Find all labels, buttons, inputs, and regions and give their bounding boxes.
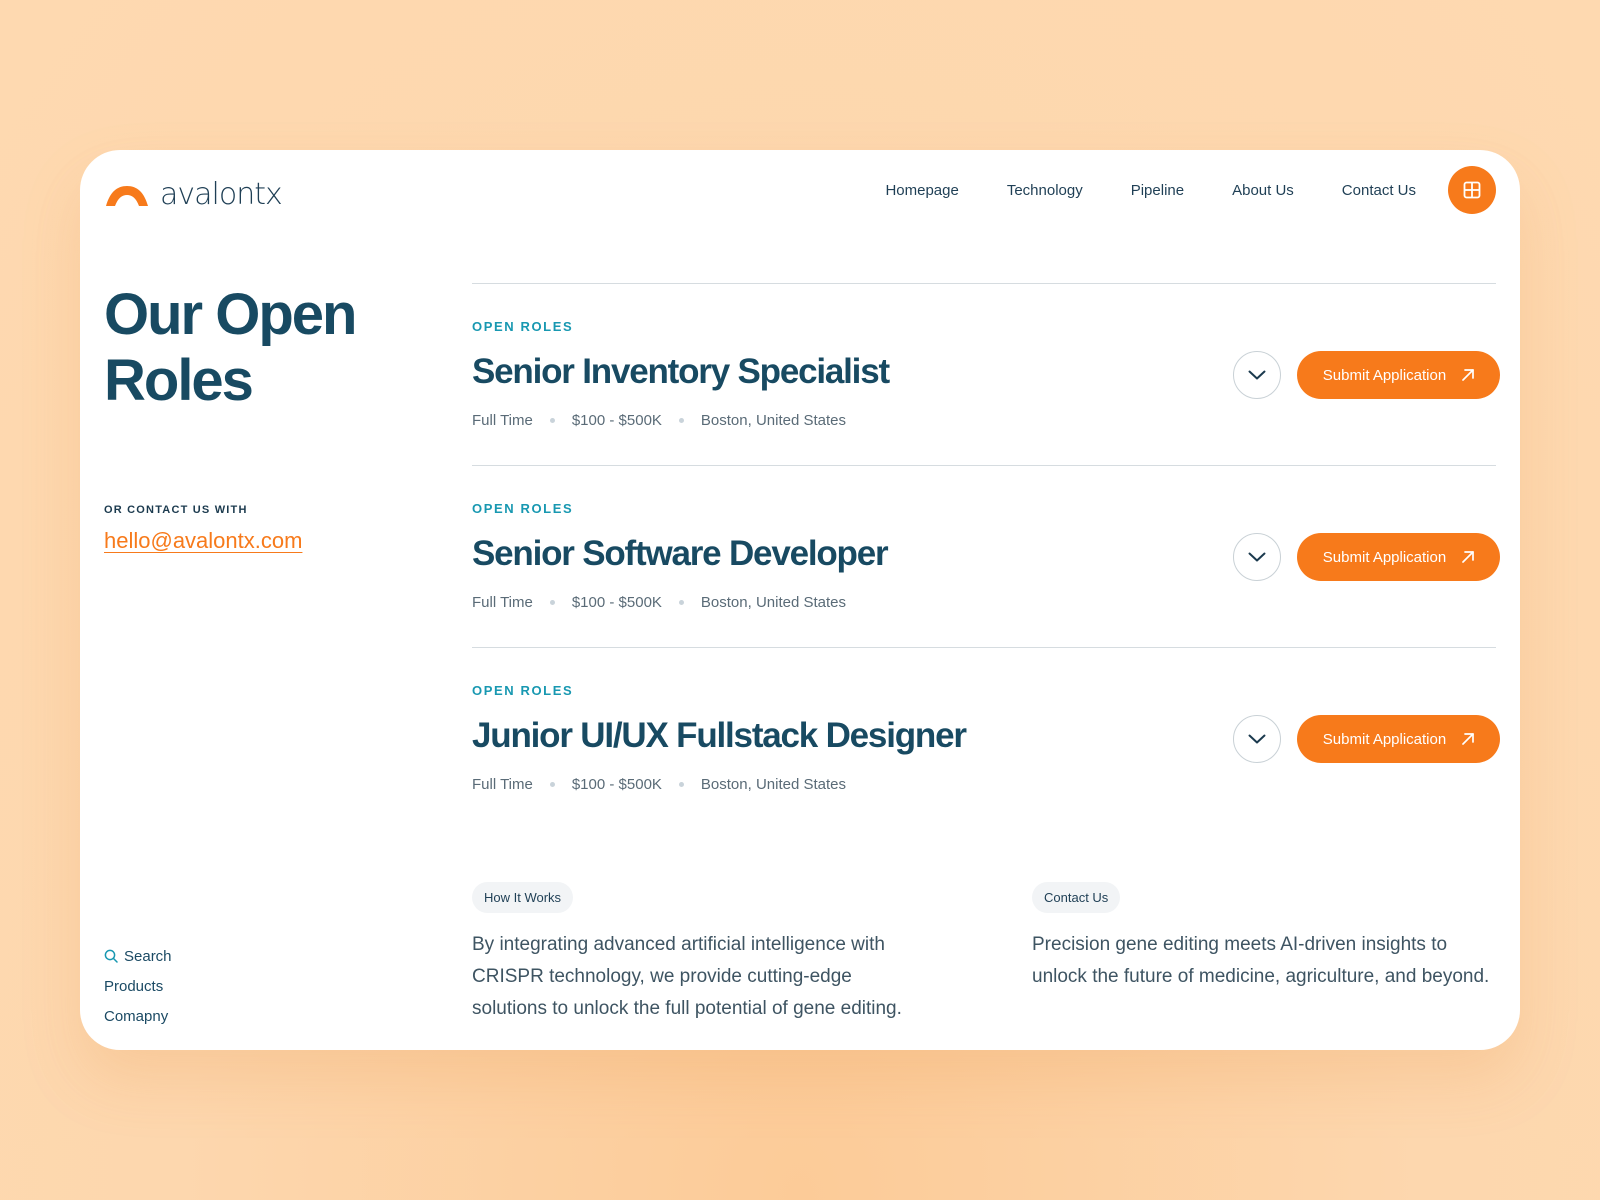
logo-mark-icon [106, 185, 148, 206]
search-icon [104, 949, 118, 963]
role-salary: $100 - $500K [571, 412, 662, 429]
chevron-down-icon [1248, 370, 1266, 380]
submit-label: Submit Application [1322, 548, 1447, 566]
top-nav: Homepage Technology Pipeline About Us Co… [885, 166, 1496, 214]
roles-list: OPEN ROLES Senior Inventory Specialist F… [472, 283, 1500, 829]
role-meta: Full Time $100 - $500K Boston, United St… [472, 412, 846, 429]
contact-text: Precision gene editing meets AI-driven i… [1032, 934, 1490, 987]
role-meta: Full Time $100 - $500K Boston, United St… [472, 594, 846, 611]
chevron-down-icon [1248, 552, 1266, 562]
role-title[interactable]: Junior UI/UX Fullstack Designer [472, 716, 967, 756]
role-item: OPEN ROLES Junior UI/UX Fullstack Design… [472, 647, 1500, 829]
page-title: Our Open Roles [104, 282, 357, 413]
role-title[interactable]: Senior Inventory Specialist [472, 352, 890, 392]
contact-label: OR CONTACT US WITH [104, 504, 248, 516]
submit-label: Submit Application [1322, 366, 1447, 384]
role-item: OPEN ROLES Senior Inventory Specialist F… [472, 283, 1500, 465]
arrow-up-right-icon [1462, 369, 1475, 381]
nav-contact-us[interactable]: Contact Us [1342, 182, 1416, 199]
footer-link-company[interactable]: Comapny [104, 1005, 172, 1027]
footer-links: Search Products Comapny [104, 945, 172, 1027]
expand-button[interactable] [1233, 533, 1281, 581]
footer-link-label: Search [124, 947, 172, 965]
grid-icon [1463, 181, 1481, 199]
role-type: Full Time [472, 412, 533, 429]
separator-dot [678, 600, 684, 605]
nav-about-us[interactable]: About Us [1232, 182, 1294, 199]
role-kicker: OPEN ROLES [472, 683, 574, 698]
role-type: Full Time [472, 776, 533, 793]
role-location: Boston, United States [700, 776, 847, 793]
contact-section: Contact Us Precision gene editing meets … [1032, 882, 1492, 993]
submit-application-button[interactable]: Submit Application [1297, 533, 1500, 581]
role-salary: $100 - $500K [571, 594, 662, 611]
role-kicker: OPEN ROLES [472, 319, 574, 334]
nav-pipeline[interactable]: Pipeline [1131, 182, 1184, 199]
expand-button[interactable] [1233, 715, 1281, 763]
separator-dot [549, 600, 555, 605]
brand-name: avalontx [160, 177, 283, 212]
nav-technology[interactable]: Technology [1007, 182, 1083, 199]
role-kicker: OPEN ROLES [472, 501, 574, 516]
expand-button[interactable] [1233, 351, 1281, 399]
role-salary: $100 - $500K [571, 776, 662, 793]
role-title[interactable]: Senior Software Developer [472, 534, 889, 574]
separator-dot [549, 782, 555, 787]
how-it-works-section: How It Works By integrating advanced art… [472, 882, 932, 1025]
arrow-up-right-icon [1462, 733, 1475, 745]
main-card: avalontx Homepage Technology Pipeline Ab… [80, 150, 1520, 1050]
submit-label: Submit Application [1322, 730, 1447, 748]
separator-dot [678, 782, 684, 787]
role-location: Boston, United States [700, 594, 847, 611]
how-it-works-text: By integrating advanced artificial intel… [472, 934, 902, 1019]
role-item: OPEN ROLES Senior Software Developer Ful… [472, 465, 1500, 647]
role-location: Boston, United States [700, 412, 847, 429]
chevron-down-icon [1248, 734, 1266, 744]
footer-link-search[interactable]: Search [104, 945, 172, 967]
logo[interactable]: avalontx [104, 177, 283, 212]
role-type: Full Time [472, 594, 533, 611]
menu-button[interactable] [1448, 166, 1496, 214]
arrow-up-right-icon [1462, 551, 1475, 563]
footer-link-products[interactable]: Products [104, 975, 172, 997]
contact-us-tag: Contact Us [1032, 882, 1121, 913]
submit-application-button[interactable]: Submit Application [1297, 351, 1500, 399]
how-it-works-tag: How It Works [472, 882, 574, 913]
contact-email-link[interactable]: hello@avalontx.com [104, 528, 302, 554]
separator-dot [549, 418, 555, 423]
separator-dot [678, 418, 684, 423]
role-meta: Full Time $100 - $500K Boston, United St… [472, 776, 846, 793]
nav-homepage[interactable]: Homepage [885, 182, 958, 199]
submit-application-button[interactable]: Submit Application [1297, 715, 1500, 763]
